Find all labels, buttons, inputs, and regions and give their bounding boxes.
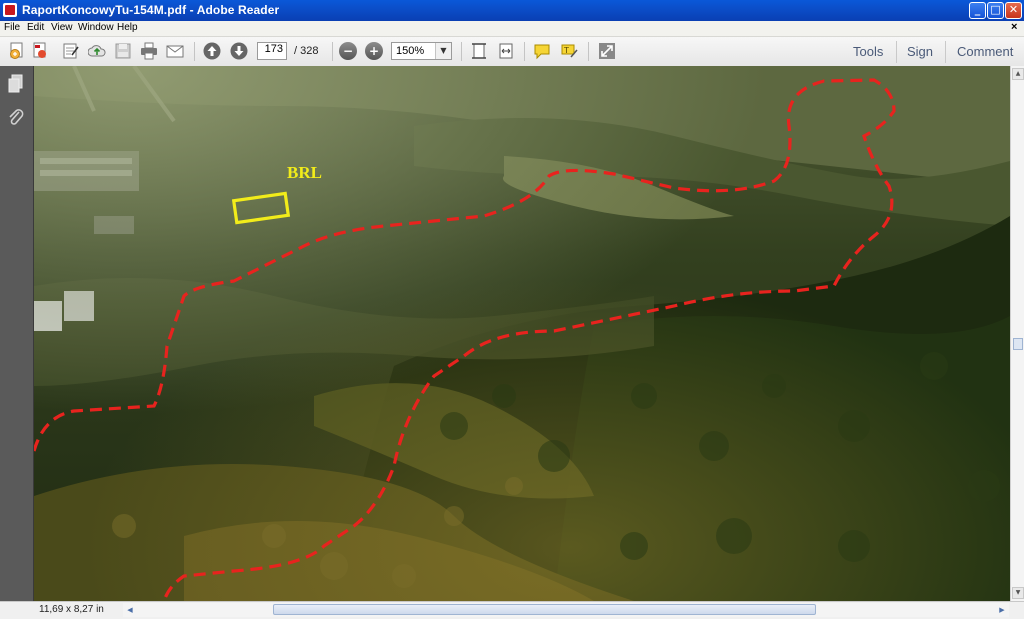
- fit-page-icon[interactable]: [470, 42, 488, 60]
- menu-edit[interactable]: Edit: [27, 22, 44, 33]
- toolbar-separator: [194, 42, 195, 61]
- save-icon[interactable]: [114, 42, 132, 60]
- menu-bar: File Edit View Window Help ×: [0, 21, 1024, 37]
- close-document-icon[interactable]: ×: [1011, 21, 1017, 33]
- maximize-button[interactable]: □: [987, 2, 1004, 19]
- close-button[interactable]: ✕: [1005, 2, 1022, 19]
- vertical-scroll-thumb[interactable]: [1013, 338, 1023, 350]
- print-icon[interactable]: [140, 42, 158, 60]
- attachments-icon[interactable]: [7, 108, 25, 128]
- toolbar-separator: [332, 42, 333, 61]
- toolbar-separator: [896, 41, 897, 63]
- aerial-photo: BRL: [34, 66, 1010, 601]
- toolbar-separator: [461, 42, 462, 61]
- fit-width-icon[interactable]: [497, 42, 515, 60]
- menu-view[interactable]: View: [51, 22, 73, 33]
- chevron-down-icon[interactable]: ▼: [435, 43, 451, 59]
- menu-file[interactable]: File: [4, 22, 20, 33]
- scroll-right-icon[interactable]: ▶: [996, 604, 1008, 616]
- svg-text:T: T: [563, 46, 569, 55]
- adobe-reader-icon: [3, 3, 17, 17]
- title-bar: RaportKoncowyTu-154M.pdf - Adobe Reader …: [0, 0, 1024, 21]
- email-icon[interactable]: [166, 42, 184, 60]
- scroll-left-icon[interactable]: ◀: [124, 604, 136, 616]
- prev-page-icon[interactable]: [203, 42, 221, 60]
- toolbar-separator: [524, 42, 525, 61]
- page-size-label: 11,69 x 8,27 in: [39, 604, 104, 615]
- document-view[interactable]: BRL: [34, 66, 1010, 601]
- toolbar-separator: [945, 41, 946, 63]
- tools-button[interactable]: Tools: [853, 44, 883, 59]
- brl-label: BRL: [287, 163, 322, 182]
- cloud-upload-icon[interactable]: [88, 42, 106, 60]
- highlight-icon[interactable]: T: [560, 42, 578, 60]
- zoom-value: 150%: [396, 45, 425, 57]
- horizontal-scroll-thumb[interactable]: [273, 604, 816, 615]
- next-page-icon[interactable]: [230, 42, 248, 60]
- zoom-in-button[interactable]: +: [365, 42, 383, 60]
- zoom-out-button[interactable]: −: [339, 42, 357, 60]
- toolbar: 173 / 328 − + 150% ▼ T Tools Sign Commen…: [0, 37, 1024, 67]
- create-pdf-icon[interactable]: [8, 42, 26, 60]
- menu-window[interactable]: Window: [78, 22, 114, 33]
- window-title: RaportKoncowyTu-154M.pdf - Adobe Reader: [22, 3, 280, 17]
- page-thumbnails-icon[interactable]: [7, 74, 25, 94]
- comment-button[interactable]: Comment: [957, 44, 1013, 59]
- toolbar-separator: [588, 42, 589, 61]
- scroll-up-icon[interactable]: ▲: [1012, 68, 1024, 80]
- minimize-button[interactable]: _: [969, 2, 986, 19]
- fullscreen-icon[interactable]: [598, 42, 616, 60]
- page-number-input[interactable]: 173: [257, 42, 287, 60]
- status-bar: 11,69 x 8,27 in ◀ ▶: [0, 601, 1024, 619]
- comment-bubble-icon[interactable]: [533, 42, 551, 60]
- sign-form-icon[interactable]: [62, 42, 80, 60]
- vertical-scrollbar[interactable]: ▲ ▼: [1010, 66, 1024, 601]
- page-total: / 328: [294, 45, 319, 57]
- horizontal-scrollbar[interactable]: ◀ ▶: [123, 603, 1009, 617]
- navigation-panel: [0, 66, 34, 601]
- edit-pdf-icon[interactable]: [31, 42, 49, 60]
- zoom-select[interactable]: 150% ▼: [391, 42, 452, 60]
- sign-button[interactable]: Sign: [907, 44, 933, 59]
- scroll-down-icon[interactable]: ▼: [1012, 587, 1024, 599]
- menu-help[interactable]: Help: [117, 22, 138, 33]
